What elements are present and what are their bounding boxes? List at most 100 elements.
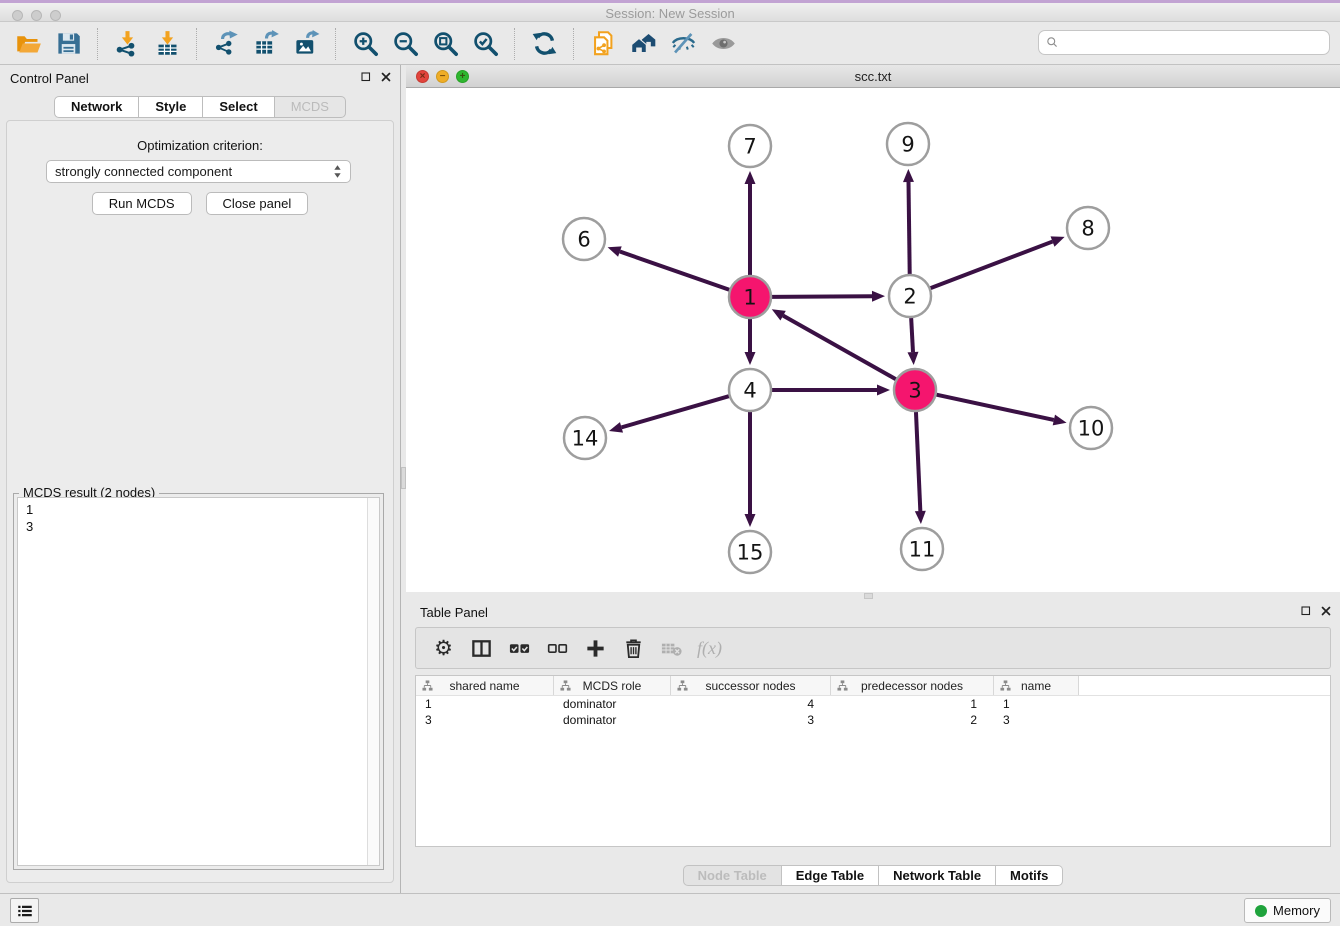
main-toolbar-icons <box>8 26 743 62</box>
criterion-dropdown[interactable]: strongly connected component <box>46 160 351 183</box>
control-panel-header: Control Panel <box>0 65 400 93</box>
table-cell[interactable]: 1 <box>994 696 1079 712</box>
horizontal-splitter-grip[interactable] <box>864 593 873 599</box>
table-row[interactable]: 3dominator323 <box>416 712 1330 728</box>
table-tabs: Node TableEdge TableNetwork TableMotifs <box>406 865 1340 886</box>
search-box[interactable] <box>1038 30 1330 55</box>
toolbar-separator <box>573 28 574 60</box>
add-column-icon <box>584 637 607 660</box>
column-chooser-button[interactable] <box>466 632 497 664</box>
add-column-button[interactable] <box>580 632 611 664</box>
list-icon <box>16 902 34 920</box>
network-graph[interactable]: 7968124314101511 <box>406 88 1340 592</box>
edge-arrow-4-15 <box>745 514 756 527</box>
mcds-result-line: 1 <box>26 501 371 518</box>
column-header-predecessor-nodes[interactable]: predecessor nodes <box>831 676 994 695</box>
criterion-dropdown-value: strongly connected component <box>55 164 333 179</box>
tab-edge-table[interactable]: Edge Table <box>782 865 879 886</box>
import-table-button[interactable] <box>147 26 187 62</box>
deselect-all-icon <box>546 637 569 660</box>
table-cell[interactable]: dominator <box>554 696 671 712</box>
deselect-all-button[interactable] <box>542 632 573 664</box>
mcds-result-area[interactable]: 13 <box>17 497 380 866</box>
column-header-MCDS-role[interactable]: MCDS role <box>554 676 671 695</box>
edge-1-6[interactable] <box>620 252 729 290</box>
delete-column-button[interactable] <box>618 632 649 664</box>
delete-column-icon <box>622 637 645 660</box>
select-all-button[interactable] <box>504 632 535 664</box>
horizontal-splitter[interactable] <box>406 592 1340 600</box>
tab-style[interactable]: Style <box>139 96 203 118</box>
edge-arrow-1-6 <box>608 246 622 256</box>
table-cell[interactable]: 2 <box>831 712 994 728</box>
settings-gear-button[interactable]: ⚙ <box>428 632 459 664</box>
export-image-button[interactable] <box>286 26 326 62</box>
edge-arrow-4-14 <box>609 422 623 433</box>
column-header-shared-name[interactable]: shared name <box>416 676 554 695</box>
export-network-button[interactable] <box>206 26 246 62</box>
table-cell[interactable]: 3 <box>994 712 1079 728</box>
show-all-button[interactable] <box>703 26 743 62</box>
tab-network[interactable]: Network <box>54 96 139 118</box>
run-mcds-button[interactable]: Run MCDS <box>92 192 192 215</box>
memory-button[interactable]: Memory <box>1244 898 1331 923</box>
float-panel-icon[interactable] <box>360 71 372 83</box>
memory-label: Memory <box>1273 903 1320 918</box>
table-row[interactable]: 1dominator411 <box>416 696 1330 712</box>
tab-select[interactable]: Select <box>203 96 274 118</box>
tab-mcds[interactable]: MCDS <box>275 96 346 118</box>
edge-4-14[interactable] <box>621 396 728 427</box>
duplicate-network-button[interactable] <box>583 26 623 62</box>
refresh-button[interactable] <box>524 26 564 62</box>
float-table-panel-icon[interactable] <box>1300 605 1312 617</box>
tab-motifs[interactable]: Motifs <box>996 865 1063 886</box>
table-cell[interactable]: 4 <box>671 696 831 712</box>
table-cell[interactable]: 1 <box>416 696 554 712</box>
edge-3-1[interactable] <box>783 316 896 380</box>
zoom-in-button[interactable] <box>345 26 385 62</box>
graph-node-label-1: 1 <box>743 286 756 310</box>
table-panel-title: Table Panel <box>420 605 488 620</box>
zoom-selected-button[interactable] <box>465 26 505 62</box>
control-panel-tabs: NetworkStyleSelectMCDS <box>0 96 400 118</box>
hide-selected-button[interactable] <box>663 26 703 62</box>
table-cell[interactable]: dominator <box>554 712 671 728</box>
table-cell[interactable]: 3 <box>416 712 554 728</box>
hierarchy-icon <box>837 680 848 691</box>
first-neighbors-button[interactable] <box>623 26 663 62</box>
column-header-name[interactable]: name <box>994 676 1079 695</box>
zoom-out-button[interactable] <box>385 26 425 62</box>
mcds-result-line: 3 <box>26 518 371 535</box>
open-session-button[interactable] <box>8 26 48 62</box>
edge-2-3[interactable] <box>911 318 913 352</box>
edge-3-10[interactable] <box>937 395 1054 420</box>
table-cell[interactable]: 3 <box>671 712 831 728</box>
edge-2-9[interactable] <box>909 182 910 274</box>
close-panel-icon[interactable] <box>380 71 392 83</box>
hide-selected-icon <box>670 30 697 57</box>
import-network-button[interactable] <box>107 26 147 62</box>
tab-network-table[interactable]: Network Table <box>879 865 996 886</box>
network-canvas[interactable]: 7968124314101511 <box>406 88 1340 592</box>
edge-arrow-2-8 <box>1051 236 1065 246</box>
graph-node-label-3: 3 <box>908 379 921 403</box>
edge-2-8[interactable] <box>931 242 1053 289</box>
tab-node-table[interactable]: Node Table <box>683 865 782 886</box>
mcds-result-scrollbar[interactable] <box>367 498 379 865</box>
column-header-successor-nodes[interactable]: successor nodes <box>671 676 831 695</box>
table-cell[interactable]: 1 <box>831 696 994 712</box>
task-history-button[interactable] <box>10 898 39 923</box>
close-table-panel-icon[interactable] <box>1320 605 1332 617</box>
duplicate-network-icon <box>590 30 617 57</box>
save-session-button[interactable] <box>48 26 88 62</box>
zoom-fit-button[interactable] <box>425 26 465 62</box>
search-input[interactable] <box>1064 36 1323 50</box>
export-table-button[interactable] <box>246 26 286 62</box>
edge-1-2[interactable] <box>772 296 872 297</box>
hierarchy-icon <box>1000 680 1011 691</box>
edge-3-11[interactable] <box>916 412 920 511</box>
mcds-result-group: MCDS result (2 nodes) 13 <box>13 493 384 870</box>
zoom-out-icon <box>392 30 419 57</box>
close-panel-button[interactable]: Close panel <box>206 192 309 215</box>
column-header-label: shared name <box>449 679 519 693</box>
